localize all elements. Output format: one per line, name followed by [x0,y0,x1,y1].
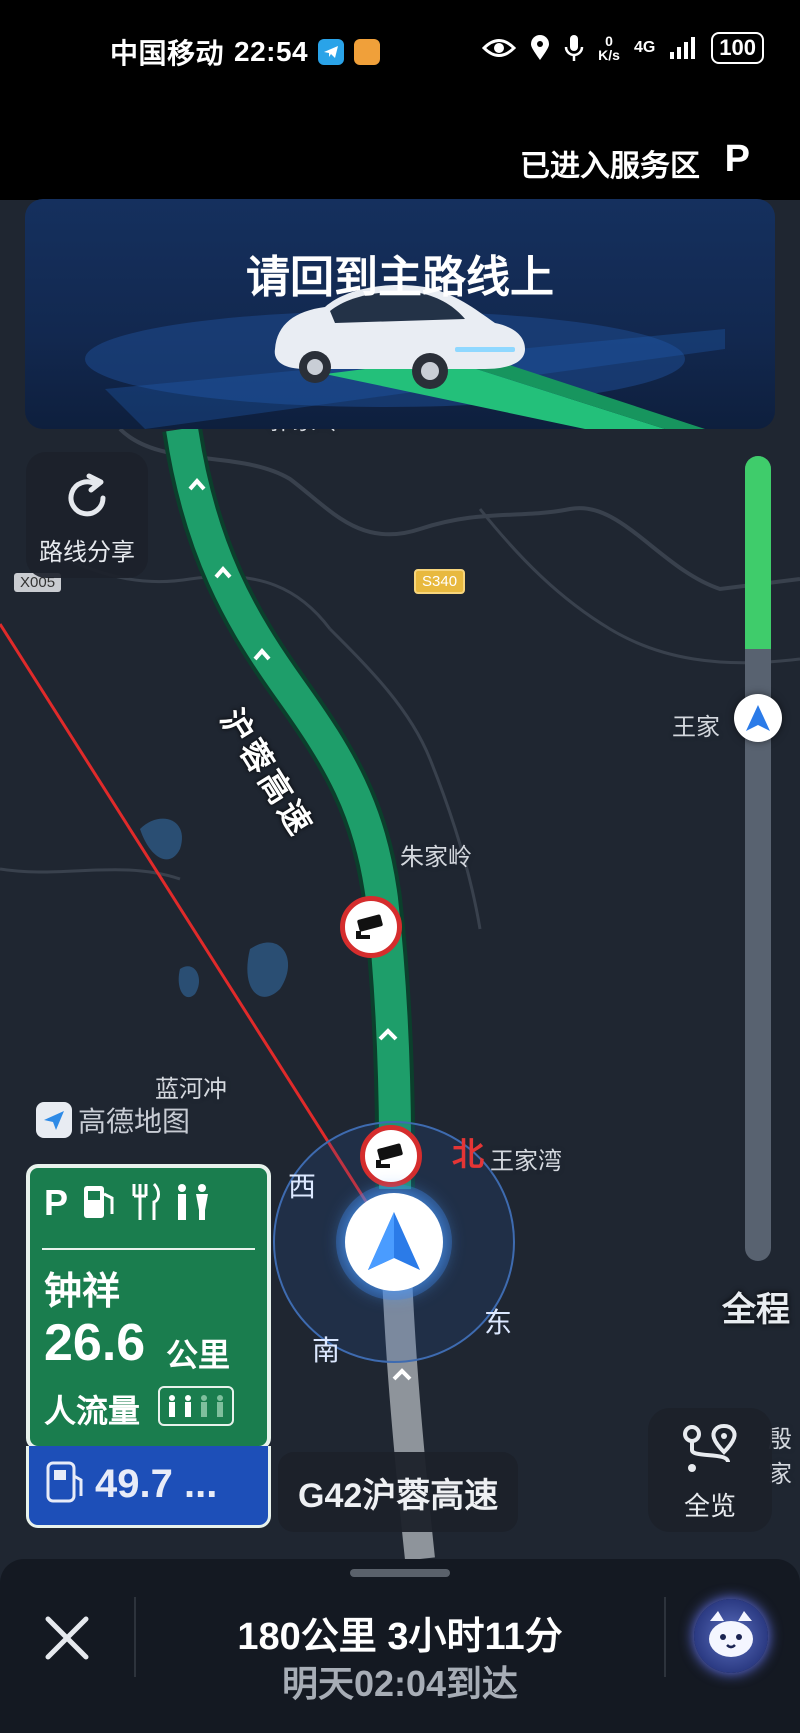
route-overview-icon [683,1423,737,1472]
eye-icon [482,39,517,57]
service-area-name: 钟祥 [44,1271,121,1313]
status-right: 0 K/s 4G 100 [482,32,764,64]
progress-position-marker [734,694,782,742]
reroute-banner: 请回到主路线上 [25,199,775,429]
crowd-level-indicator [158,1386,234,1426]
route-progress-fill [745,456,771,649]
compass-west: 西 [288,1171,317,1202]
location-icon [531,35,550,60]
crowd-level-label: 人流量 [44,1393,141,1429]
clock: 22:54 [234,36,309,67]
fuel-station-icon [46,1461,83,1503]
app-notification-icon [354,39,381,65]
share-refresh-icon [68,473,106,517]
overview-label: 全览 [683,1491,736,1521]
restroom-icon [178,1184,209,1220]
speed-camera-icon[interactable] [340,896,402,958]
drag-handle[interactable] [350,1569,450,1577]
service-area-distance: 26.6 [44,1314,146,1372]
trip-arrival-time: 明天02:04到达 [281,1663,519,1704]
battery-indicator: 100 [711,32,764,64]
compass-north: 北 [452,1136,485,1172]
network-type: 4G [633,39,656,56]
compass-east: 东 [484,1307,513,1338]
amap-logo-icon [36,1102,72,1138]
current-road-name: G42沪蓉高速 [278,1452,519,1532]
place-label: 蓝河冲 [155,1076,227,1103]
amap-logo: 高德地图 [36,1100,190,1140]
route-share-label: 路线分享 [39,539,135,566]
compass-south: 南 [312,1335,341,1366]
carrier-name: 中国移动 [110,38,225,69]
banner-illustration [85,285,725,429]
progress-full-route-label: 全程 [722,1291,790,1329]
service-area-status: 已进入服务区 [520,150,700,183]
service-area-sign-panel: P 钟祥 26.6 公里 人流量 [26,1164,271,1450]
place-label: 王家 [672,714,720,741]
net-speed: 0 K/s [598,33,620,63]
place-label: 朱家岭 [400,844,472,871]
voice-assistant-button[interactable] [694,1599,768,1673]
parking-icon: P [44,1182,69,1223]
sign-divider [42,1248,255,1250]
trip-info-bar: 180公里 3小时11分 明天02:04到达 [0,1559,800,1733]
road-shield: S340 [414,569,466,594]
microphone-icon [564,35,584,61]
trip-distance-duration: 180公里 3小时11分 [237,1616,563,1658]
telegram-icon [318,39,345,65]
service-area-sign[interactable]: P 钟祥 26.6 公里 人流量 49.7 ... [26,1164,271,1528]
speed-camera-icon[interactable] [360,1125,422,1187]
place-label: 殷家 [768,1426,792,1488]
place-label: 王家湾 [490,1148,562,1175]
status-left: 中国移动 22:54 [110,32,381,72]
service-area-distance-unit: 公里 [166,1337,231,1373]
service-facility-icons: P [44,1182,212,1224]
parking-coffee-icon: P [724,138,750,180]
assistant-avatar-icon [709,1611,753,1657]
signal-icon [670,37,696,59]
fuel-icon [84,1186,114,1218]
overview-button[interactable]: 全览 [648,1408,772,1532]
restaurant-icon [132,1182,161,1220]
current-location-marker [345,1193,443,1291]
route-share-button[interactable]: 路线分享 [26,452,148,578]
amap-logo-text: 高德地图 [78,1106,191,1137]
next-service-area-panel: 49.7 ... [26,1446,271,1528]
banner-title: 请回到主路线上 [246,253,554,302]
next-service-area-distance: 49.7 ... [95,1462,218,1506]
divider [664,1597,666,1677]
